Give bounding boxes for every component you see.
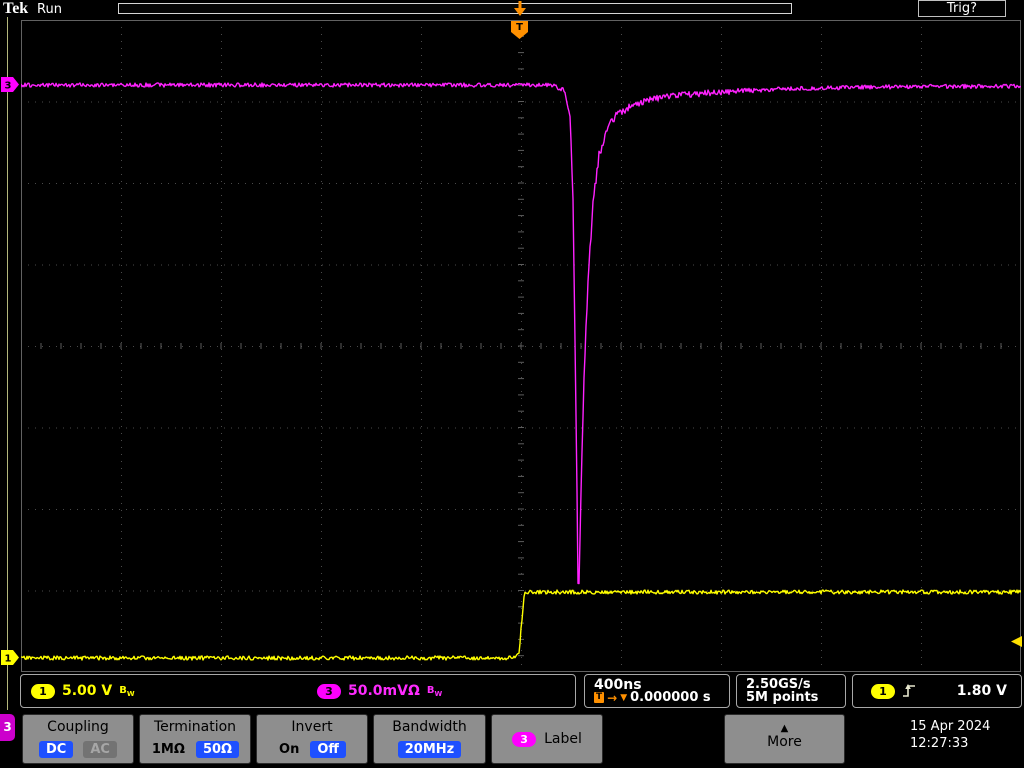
- termination-option-1mohm[interactable]: 1MΩ: [151, 741, 186, 758]
- bw-letter: B: [426, 684, 435, 696]
- coupling-title: Coupling: [47, 719, 109, 735]
- time-value: 12:27:33: [910, 736, 969, 751]
- ch1-badge: 1: [31, 683, 55, 699]
- ch3-impedance: Ω: [407, 683, 420, 699]
- menu-button-label[interactable]: 3 Label: [491, 714, 603, 764]
- menu-button-coupling[interactable]: Coupling DC AC: [22, 714, 134, 764]
- triangle-down-icon: ▼: [620, 692, 628, 703]
- coupling-option-dc[interactable]: DC: [39, 741, 74, 758]
- ch1-scale: 5.00 V: [62, 683, 113, 699]
- trigger-level-marker[interactable]: [1010, 636, 1022, 647]
- label-title: Label: [544, 731, 582, 747]
- bw-sub: W: [126, 689, 135, 698]
- arrow-right-icon: →: [607, 690, 618, 705]
- ch3-marker-label: 3: [5, 81, 12, 92]
- trigger-level-value: 1.80 V: [956, 683, 1007, 699]
- trigger-delay-value: 0.000000 s: [630, 690, 711, 705]
- horizontal-readout: 400ns T → ▼ 0.000000 s: [584, 674, 730, 708]
- more-title: More: [767, 734, 802, 750]
- ch1-position-marker[interactable]: 1: [1, 650, 20, 666]
- acquisition-status: Run: [37, 2, 62, 17]
- acquisition-progress-bar: [118, 3, 792, 14]
- trigger-source-badge: 1: [871, 683, 895, 699]
- termination-title: Termination: [153, 719, 237, 735]
- trigger-flag-letter: T: [516, 22, 523, 33]
- screen-bezel-line: [7, 17, 8, 710]
- ch3-position-marker[interactable]: 3: [1, 77, 20, 93]
- trigger-status: Trig?: [918, 0, 1006, 17]
- rising-edge-icon: [903, 684, 915, 697]
- menu-button-more[interactable]: ▲ More: [724, 714, 845, 764]
- trigger-readout: 1 1.80 V: [852, 674, 1022, 708]
- bandwidth-limit-icon: BW: [427, 685, 442, 698]
- invert-option-off[interactable]: Off: [310, 741, 346, 758]
- date-value: 15 Apr 2024: [910, 719, 991, 734]
- ch1-marker-label: 1: [5, 654, 12, 665]
- invert-title: Invert: [291, 719, 333, 735]
- label-channel-badge: 3: [512, 731, 537, 747]
- bandwidth-title: Bandwidth: [392, 719, 467, 735]
- trigger-position-flag[interactable]: T: [511, 21, 529, 40]
- datetime-display: 15 Apr 2024 12:27:33: [910, 718, 990, 752]
- bandwidth-option-20mhz[interactable]: 20MHz: [397, 741, 462, 758]
- channel-scale-readout: 1 5.00 V BW 3 50.0mVΩ BW: [20, 674, 576, 708]
- ch3-scale: 50.0mVΩ: [348, 683, 420, 699]
- waveform-display: [21, 20, 1021, 672]
- menu-button-invert[interactable]: Invert On Off: [256, 714, 368, 764]
- termination-option-50ohm[interactable]: 50Ω: [195, 741, 240, 758]
- invert-option-on[interactable]: On: [278, 741, 300, 758]
- trigger-position-arrow-icon: [514, 1, 526, 16]
- ch3-scale-value: 50.0mV: [348, 683, 408, 699]
- trigger-t-icon: T: [594, 692, 605, 703]
- ch3-badge: 3: [317, 683, 341, 699]
- tek-logo: Tek: [3, 0, 29, 17]
- bandwidth-limit-icon: BW: [119, 685, 134, 698]
- menu-button-bandwidth[interactable]: Bandwidth 20MHz: [373, 714, 486, 764]
- bw-letter: B: [119, 684, 127, 696]
- acquisition-readout: 2.50GS/s 5M points: [736, 674, 846, 708]
- coupling-option-ac[interactable]: AC: [83, 741, 117, 758]
- chevron-up-icon: ▲: [780, 723, 789, 734]
- bw-sub: W: [434, 689, 443, 698]
- menu-button-termination[interactable]: Termination 1MΩ 50Ω: [139, 714, 251, 764]
- menu-channel-tab: 3: [0, 714, 15, 741]
- record-length-value: 5M points: [746, 690, 819, 705]
